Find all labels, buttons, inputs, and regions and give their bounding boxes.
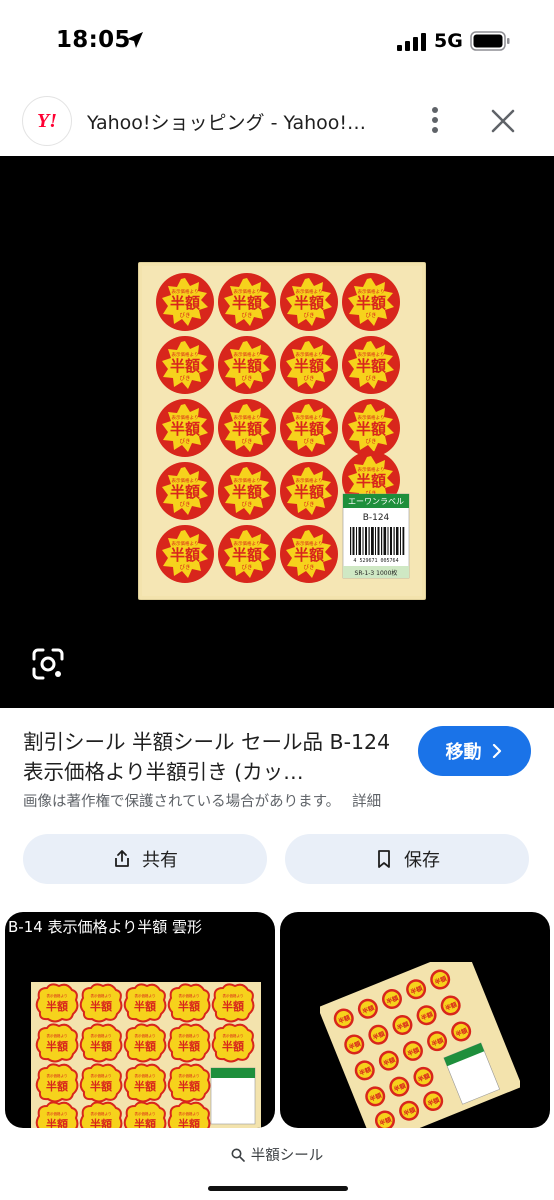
- search-icon: [231, 1148, 245, 1162]
- home-indicator: [208, 1186, 348, 1191]
- save-button[interactable]: 保存: [285, 834, 529, 884]
- network-type: 5G: [434, 30, 463, 52]
- share-icon: [115, 850, 129, 867]
- page-title[interactable]: Yahoo!ショッピング - Yahoo!…: [87, 108, 397, 135]
- related-image-card[interactable]: 半額: [280, 912, 550, 1128]
- model-label: B-124: [363, 513, 390, 523]
- related-image: 表示価格より 半額: [31, 982, 261, 1128]
- search-query-text: 半額シール: [250, 1148, 324, 1164]
- share-label: 共有: [142, 850, 178, 871]
- more-vert-icon[interactable]: [426, 104, 444, 136]
- visit-button[interactable]: 移動: [418, 726, 531, 776]
- chevron-right-icon: [492, 744, 501, 758]
- details-link[interactable]: 詳細: [352, 794, 381, 810]
- save-label: 保存: [404, 850, 440, 871]
- sticker-row-5: [156, 525, 338, 583]
- site-logo[interactable]: Y!: [22, 96, 72, 146]
- visit-button-label: 移動: [445, 742, 482, 763]
- result-title[interactable]: 割引シール 半額シール セール品 B-124 表示価格より半額引き (カッ…: [23, 727, 393, 787]
- status-time: 18:05: [56, 27, 131, 53]
- cellular-signal-icon: [397, 33, 426, 51]
- brand-label: エーワンラベル: [348, 497, 404, 506]
- bottom-code: SR-1-3 1000枚: [355, 569, 398, 577]
- status-bar: 18:05 5G: [0, 0, 554, 84]
- share-button[interactable]: 共有: [23, 834, 267, 884]
- product-label: エーワンラベル B-124 4 529671 005764 SR-1-3 100…: [342, 493, 410, 579]
- related-image: 半額: [320, 962, 520, 1128]
- bookmark-icon: [378, 850, 390, 868]
- related-image-card[interactable]: B-14 表示価格より半額 雲形 表示価格より 半額: [5, 912, 275, 1128]
- related-caption: B-14 表示価格より半額 雲形: [8, 918, 203, 936]
- close-icon[interactable]: [490, 108, 516, 134]
- copyright-text: 画像は著作権で保護されている場合があります。: [23, 794, 341, 810]
- viewer-header: Y! Yahoo!ショッピング - Yahoo!…: [0, 84, 554, 156]
- product-image[interactable]: 表示価格より 半額 びき エーワンラベル B-124: [138, 262, 426, 600]
- location-arrow-icon: [127, 32, 143, 48]
- main-image-area[interactable]: 表示価格より 半額 びき エーワンラベル B-124: [0, 156, 554, 708]
- google-lens-icon[interactable]: [30, 646, 66, 682]
- barcode-number: 4 529671 005764: [353, 558, 398, 564]
- bottom-search-query[interactable]: 半額シール: [0, 1144, 554, 1165]
- copyright-note: 画像は著作権で保護されている場合があります。 詳細: [23, 790, 381, 811]
- bottom-bar: 半額シール: [0, 1128, 554, 1200]
- battery-icon: [470, 31, 510, 51]
